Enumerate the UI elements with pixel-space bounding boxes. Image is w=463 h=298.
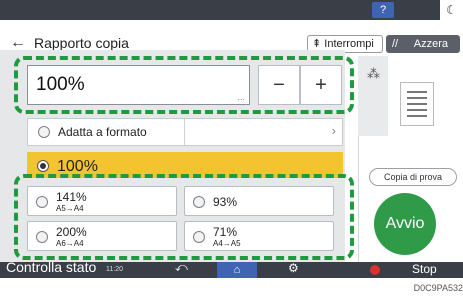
radio-selected-icon: [37, 160, 49, 172]
reset-icon: //: [392, 38, 399, 50]
document-preview-icon: [400, 82, 434, 126]
page-title: Rapporto copia: [34, 35, 129, 51]
sample-copy-button[interactable]: Copia di prova: [369, 168, 457, 186]
text-line: [407, 97, 427, 99]
text-line: [407, 91, 427, 93]
home-icon: ⌂: [233, 264, 241, 276]
text-line: [407, 103, 427, 105]
stop-icon[interactable]: [370, 265, 380, 275]
energy-saver-icon[interactable]: ☾: [440, 0, 463, 20]
reset-button[interactable]: // Azzera: [386, 35, 460, 53]
dots-menu-icon[interactable]: ⁂: [367, 66, 380, 82]
return-icon[interactable]: ⤺: [175, 262, 188, 275]
fit-to-size-option[interactable]: Adatta a formato ›: [27, 118, 343, 146]
start-button[interactable]: Avvio: [374, 193, 436, 255]
chevron-right-icon: ›: [331, 123, 336, 138]
copy-ratio-screen: ? ☾ ← Rapporto copia ⇞ Interrompi //Azze…: [0, 0, 463, 298]
text-line: [407, 115, 427, 117]
reset-label: Azzera: [413, 38, 448, 50]
divider: [184, 119, 185, 145]
help-button[interactable]: ?: [372, 2, 394, 18]
interrupt-label: Interrompi: [324, 38, 374, 50]
gear-icon[interactable]: ⚙: [288, 262, 299, 275]
text-line: [407, 109, 427, 111]
interrupt-icon: ⇞: [312, 38, 325, 50]
figure-caption: D0C9PA532: [413, 283, 463, 293]
home-button[interactable]: ⌂: [217, 262, 257, 278]
ratio-input-highlight: [14, 56, 354, 114]
bottom-bar: Controlla stato 11:20 ⤺ ⌂ ⚙ Stop: [0, 262, 463, 278]
check-status-button[interactable]: Controlla stato: [6, 262, 96, 275]
clock: 11:20: [106, 266, 123, 273]
radio-icon: [38, 126, 50, 138]
fit-to-size-label: Adatta a formato: [58, 125, 147, 139]
stop-button[interactable]: Stop: [412, 262, 437, 276]
presets-highlight: [14, 174, 354, 260]
top-status-bar: ? ☾: [0, 0, 463, 20]
